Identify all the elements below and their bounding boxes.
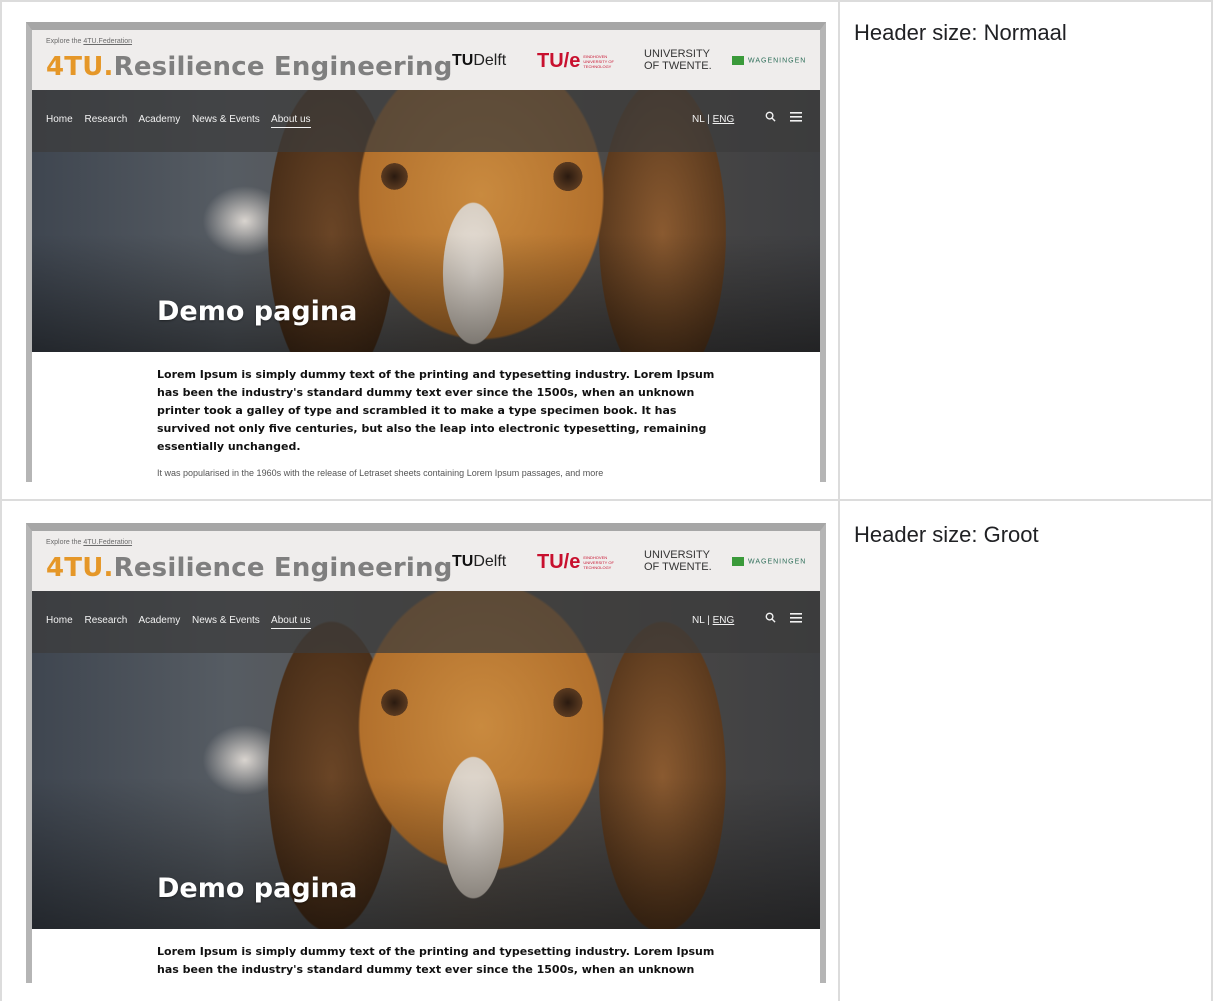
nav-items: Home Research Academy News & Events Abou… (46, 114, 320, 128)
nav-items: Home Research Academy News & Events Abou… (46, 615, 320, 629)
tue-logo-text: TU/e (537, 50, 581, 72)
wageningen-logo[interactable]: WAGENINGEN (732, 557, 806, 566)
tue-logo[interactable]: TU/e EINDHOVEN UNIVERSITY OF TECHNOLOGY (537, 551, 617, 574)
menu-icon[interactable] (790, 110, 803, 126)
lang-eng[interactable]: ENG (713, 615, 735, 626)
hero-title: Demo pagina (157, 296, 358, 327)
nav-news-events[interactable]: News & Events (192, 114, 260, 125)
utwente-logo-line2: OF TWENTE. (644, 60, 712, 72)
page-content: Lorem Ipsum is simply dummy text of the … (32, 929, 717, 983)
nav-about-us[interactable]: About us (271, 615, 311, 629)
search-icon[interactable] (765, 110, 780, 126)
lead-paragraph: Lorem Ipsum is simply dummy text of the … (157, 368, 715, 453)
table-column-divider (838, 0, 840, 1001)
language-switch: NL | ENG (692, 114, 734, 125)
language-switch: NL | ENG (692, 615, 734, 626)
page-content: Lorem Ipsum is simply dummy text of the … (32, 352, 717, 480)
explore-prefix: Explore the (46, 539, 82, 546)
lang-separator: | (707, 615, 710, 626)
lang-nl[interactable]: NL (692, 615, 704, 626)
lead-paragraph: Lorem Ipsum is simply dummy text of the … (157, 945, 715, 983)
nav-home[interactable]: Home (46, 114, 73, 125)
nav-academy[interactable]: Academy (139, 114, 181, 125)
utwente-logo[interactable]: UNIVERSITY OF TWENTE. (644, 48, 712, 72)
utwente-logo-line1: UNIVERSITY (644, 48, 711, 60)
nav-home[interactable]: Home (46, 615, 73, 626)
brand-accent: 4TU. (46, 553, 114, 583)
screenshot-normaal: Explore the 4TU.Federation 4TU.Resilienc… (26, 22, 826, 482)
wageningen-logo[interactable]: WAGENINGEN (732, 56, 806, 65)
lang-separator: | (707, 114, 710, 125)
nav-research[interactable]: Research (84, 615, 127, 626)
tue-logo-subtext: EINDHOVEN UNIVERSITY OF TECHNOLOGY (583, 555, 614, 571)
site-topbar: Explore the 4TU.Federation 4TU.Resilienc… (32, 30, 820, 90)
lang-eng[interactable]: ENG (713, 114, 735, 125)
hero-banner: Home Research Academy News & Events Abou… (32, 591, 820, 929)
site-topbar: Explore the 4TU.Federation 4TU.Resilienc… (32, 531, 820, 591)
federation-link[interactable]: 4TU.Federation (83, 38, 132, 45)
site-logo[interactable]: 4TU.Resilience Engineering (46, 52, 453, 82)
hero-banner: Home Research Academy News & Events Abou… (32, 90, 820, 352)
caption-header-normaal: Header size: Normaal (854, 20, 1067, 45)
screenshot-groot: Explore the 4TU.Federation 4TU.Resilienc… (26, 523, 826, 983)
brand-name: Resilience Engineering (113, 52, 453, 82)
tudelft-logo[interactable]: TUDelft (452, 553, 506, 571)
explore-federation: Explore the 4TU.Federation (46, 38, 132, 45)
utwente-logo-line2: OF TWENTE. (644, 561, 712, 573)
tudelft-logo-name: Delft (473, 52, 507, 69)
tue-logo-text: TU/e (537, 551, 581, 573)
tudelft-logo[interactable]: TUDelft (452, 52, 506, 70)
nav-about-us[interactable]: About us (271, 114, 311, 128)
table-border-left (0, 0, 2, 1001)
tue-logo[interactable]: TU/e EINDHOVEN UNIVERSITY OF TECHNOLOGY (537, 50, 617, 73)
tue-logo-subtext: EINDHOVEN UNIVERSITY OF TECHNOLOGY (583, 54, 614, 70)
tudelft-logo-tu: TU (452, 52, 474, 69)
nav-news-events[interactable]: News & Events (192, 615, 260, 626)
nav-research[interactable]: Research (84, 114, 127, 125)
main-nav: Home Research Academy News & Events Abou… (32, 591, 820, 653)
wageningen-logo-text: WAGENINGEN (748, 57, 807, 65)
body-paragraph: It was popularised in the 1960s with the… (157, 468, 604, 478)
hero-title: Demo pagina (157, 873, 358, 904)
menu-icon[interactable] (790, 611, 803, 627)
utwente-logo-line1: UNIVERSITY (644, 549, 711, 561)
explore-federation: Explore the 4TU.Federation (46, 539, 132, 546)
site-logo[interactable]: 4TU.Resilience Engineering (46, 553, 453, 583)
lang-nl[interactable]: NL (692, 114, 704, 125)
main-nav: Home Research Academy News & Events Abou… (32, 90, 820, 152)
search-icon[interactable] (765, 611, 780, 627)
table-border-top (0, 0, 1213, 2)
wageningen-emblem-icon (732, 557, 744, 566)
tudelft-logo-name: Delft (473, 553, 507, 570)
caption-header-groot: Header size: Groot (854, 522, 1039, 547)
wageningen-logo-text: WAGENINGEN (748, 558, 807, 566)
explore-prefix: Explore the (46, 38, 82, 45)
utwente-logo[interactable]: UNIVERSITY OF TWENTE. (644, 549, 712, 573)
nav-icons (765, 611, 812, 627)
federation-link[interactable]: 4TU.Federation (83, 539, 132, 546)
table-row-divider (0, 499, 1213, 501)
hero-shade (32, 776, 820, 929)
hero-shade (32, 234, 820, 352)
wageningen-emblem-icon (732, 56, 744, 65)
tudelft-logo-tu: TU (452, 553, 474, 570)
nav-academy[interactable]: Academy (139, 615, 181, 626)
nav-icons (765, 110, 812, 126)
brand-name: Resilience Engineering (113, 553, 453, 583)
brand-accent: 4TU. (46, 52, 114, 82)
